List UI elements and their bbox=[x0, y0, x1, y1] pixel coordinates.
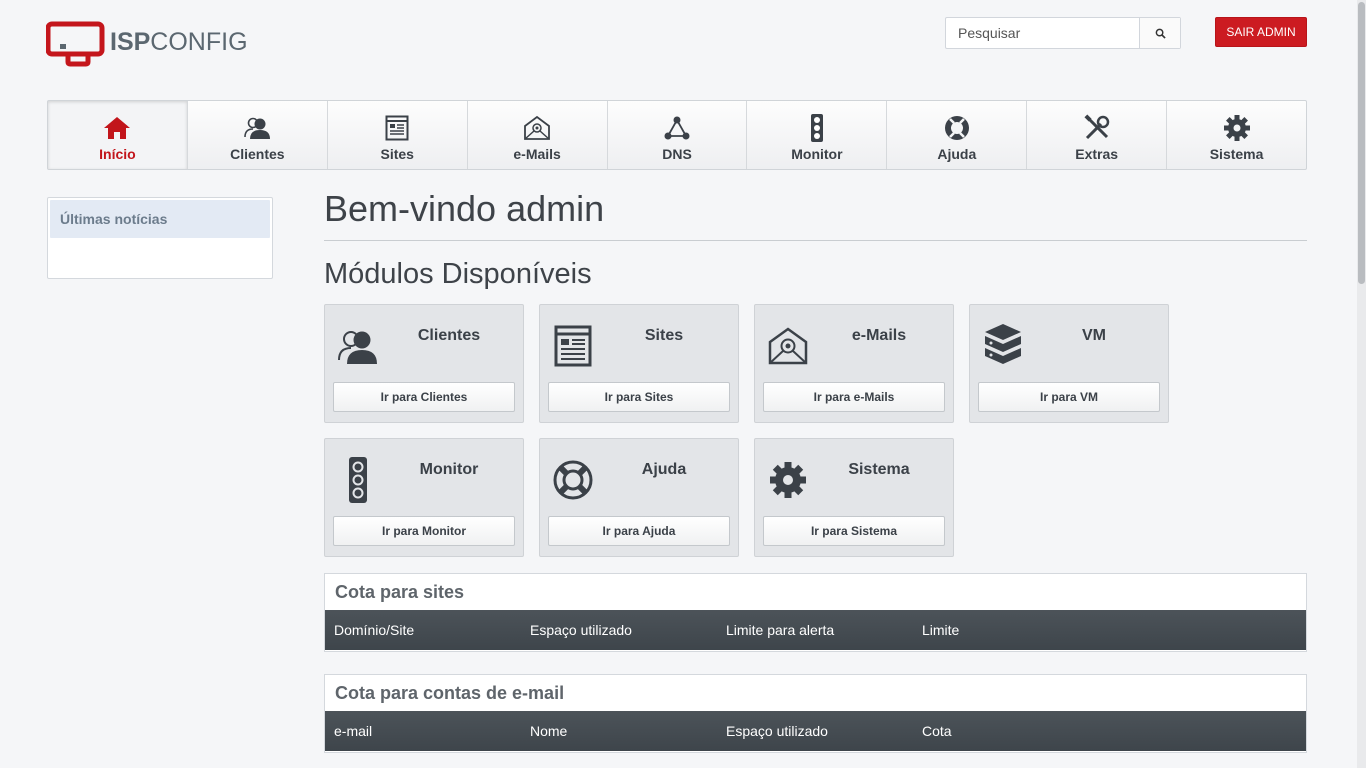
home-icon bbox=[104, 117, 131, 139]
gear-icon bbox=[1223, 115, 1250, 141]
scrollbar-thumb[interactable] bbox=[1358, 2, 1365, 284]
nav-label: DNS bbox=[662, 146, 692, 162]
go-to-emails-button[interactable]: Ir para e-Mails bbox=[763, 382, 945, 412]
column-header[interactable]: Cota bbox=[913, 723, 1109, 739]
nav-item-monitor[interactable]: Monitor bbox=[747, 101, 888, 169]
nav-label: e-Mails bbox=[513, 146, 561, 162]
module-title: VM bbox=[1082, 327, 1106, 344]
nav-item-dns[interactable]: DNS bbox=[608, 101, 748, 169]
nav-item-sistema[interactable]: Sistema bbox=[1167, 101, 1306, 169]
logo-text-bold: ISP bbox=[110, 28, 151, 56]
sites-icon bbox=[554, 325, 592, 367]
main-navigation: Início Clientes Sites e-Mails DNS Monito… bbox=[47, 100, 1307, 170]
page-scrollbar[interactable] bbox=[1357, 0, 1366, 768]
lifebuoy-icon bbox=[944, 116, 969, 140]
isp-config-logo[interactable]: ISPCONFIG bbox=[45, 21, 251, 67]
nav-label: Clientes bbox=[230, 146, 285, 162]
mail-icon bbox=[524, 115, 551, 140]
go-to-monitor-button[interactable]: Ir para Monitor bbox=[333, 516, 515, 546]
users-icon bbox=[338, 331, 377, 364]
nav-item-extras[interactable]: Extras bbox=[1027, 101, 1168, 169]
search-input[interactable] bbox=[946, 18, 1142, 48]
traffic-light-icon bbox=[810, 114, 823, 142]
module-title: Sistema bbox=[848, 461, 910, 478]
module-title: e-Mails bbox=[851, 327, 907, 344]
go-to-sistema-button[interactable]: Ir para Sistema bbox=[763, 516, 945, 546]
table-header: Domínio/Site Espaço utilizado Limite par… bbox=[325, 610, 1306, 650]
sites-icon bbox=[385, 115, 409, 141]
dns-icon bbox=[664, 116, 690, 140]
nav-item-clientes[interactable]: Clientes bbox=[188, 101, 328, 169]
logo-text-light: CONFIG bbox=[150, 28, 248, 56]
logout-button[interactable]: SAIR ADMIN bbox=[1215, 17, 1307, 47]
panel-title: Cota para contas de e-mail bbox=[335, 682, 565, 703]
table-header: e-mail Nome Espaço utilizado Cota bbox=[325, 711, 1306, 751]
tools-icon bbox=[1084, 114, 1109, 140]
column-header[interactable]: Espaço utilizado bbox=[521, 622, 717, 638]
module-card-sites: Sites Ir para Sites bbox=[539, 304, 739, 423]
server-stack-icon bbox=[985, 324, 1021, 364]
nav-item-ajuda[interactable]: Ajuda bbox=[887, 101, 1028, 169]
site-quota-panel: Cota para sites Domínio/Site Espaço util… bbox=[324, 573, 1307, 652]
module-card-emails: e-Mails Ir para e-Mails bbox=[754, 304, 954, 423]
go-to-clientes-button[interactable]: Ir para Clientes bbox=[333, 382, 515, 412]
users-icon bbox=[244, 117, 271, 139]
module-card-ajuda: Ajuda Ir para Ajuda bbox=[539, 438, 739, 557]
mail-icon bbox=[768, 327, 808, 365]
module-title: Ajuda bbox=[641, 461, 687, 478]
column-header[interactable]: Limite para alerta bbox=[717, 622, 913, 638]
nav-label: Ajuda bbox=[937, 146, 977, 162]
module-card-monitor: Monitor Ir para Monitor bbox=[324, 438, 524, 557]
module-title: Clientes bbox=[417, 327, 481, 344]
sidebar: Últimas notícias bbox=[47, 197, 273, 279]
traffic-light-icon bbox=[349, 457, 367, 503]
go-to-vm-button[interactable]: Ir para VM bbox=[978, 382, 1160, 412]
nav-item-sites[interactable]: Sites bbox=[328, 101, 468, 169]
panel-title: Cota para sites bbox=[335, 581, 465, 602]
nav-label: Extras bbox=[1075, 146, 1119, 162]
logo-monitor-icon bbox=[45, 21, 105, 67]
nav-label: Início bbox=[99, 146, 136, 162]
modules-title: Módulos Disponíveis bbox=[324, 258, 592, 290]
mail-quota-panel: Cota para contas de e-mail e-mail Nome E… bbox=[324, 674, 1307, 753]
nav-item-inicio[interactable]: Início bbox=[48, 101, 188, 169]
column-header[interactable]: Domínio/Site bbox=[325, 622, 521, 638]
search-icon bbox=[1155, 28, 1166, 39]
page-title: Bem-vindo admin bbox=[324, 188, 605, 229]
search-button[interactable] bbox=[1139, 18, 1180, 48]
column-header[interactable]: Limite bbox=[913, 622, 1109, 638]
nav-label: Monitor bbox=[791, 146, 843, 162]
column-header[interactable]: Nome bbox=[521, 723, 717, 739]
go-to-ajuda-button[interactable]: Ir para Ajuda bbox=[548, 516, 730, 546]
divider bbox=[324, 240, 1307, 241]
column-header[interactable]: Espaço utilizado bbox=[717, 723, 913, 739]
gear-icon bbox=[770, 462, 806, 498]
module-card-sistema: Sistema Ir para Sistema bbox=[754, 438, 954, 557]
module-card-vm: VM Ir para VM bbox=[969, 304, 1169, 423]
go-to-sites-button[interactable]: Ir para Sites bbox=[548, 382, 730, 412]
search-box bbox=[945, 17, 1181, 49]
module-title: Monitor bbox=[419, 461, 479, 478]
sidebar-news-header[interactable]: Últimas notícias bbox=[50, 200, 270, 238]
nav-item-emails[interactable]: e-Mails bbox=[468, 101, 608, 169]
nav-label: Sistema bbox=[1209, 146, 1264, 162]
module-title: Sites bbox=[644, 327, 684, 344]
lifebuoy-icon bbox=[553, 460, 593, 500]
column-header[interactable]: e-mail bbox=[325, 723, 521, 739]
nav-label: Sites bbox=[380, 146, 414, 162]
module-card-clientes: Clientes Ir para Clientes bbox=[324, 304, 524, 423]
